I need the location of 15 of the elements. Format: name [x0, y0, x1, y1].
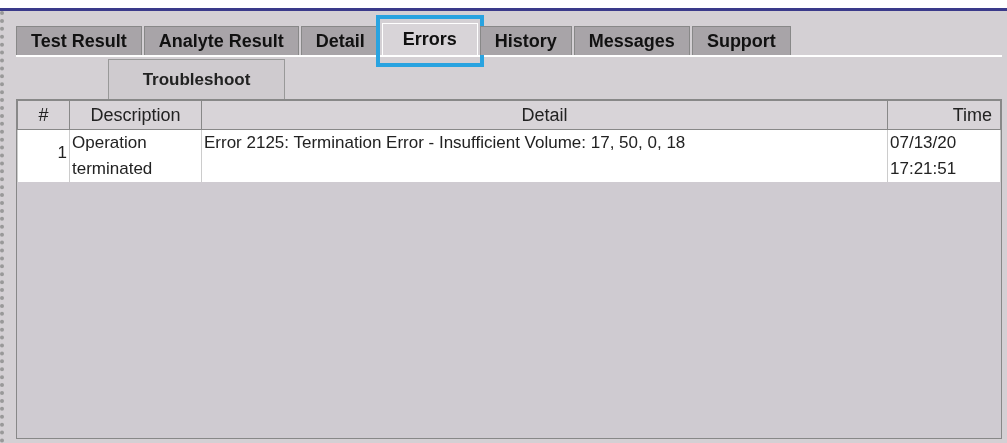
table-cell: Operation terminated: [69, 129, 202, 182]
tab[interactable]: Messages: [573, 26, 690, 55]
tab[interactable]: Errors: [381, 23, 478, 55]
column-header[interactable]: #: [17, 100, 70, 130]
troubleshoot-button[interactable]: Troubleshoot: [108, 59, 285, 99]
tab[interactable]: Analyte Result: [143, 26, 299, 55]
column-header[interactable]: Detail: [201, 100, 888, 130]
tab[interactable]: History: [479, 26, 572, 55]
table-cell: 07/13/20 17:21:51: [887, 129, 1001, 182]
tab[interactable]: Test Result: [16, 26, 142, 55]
tab[interactable]: Support: [691, 26, 791, 55]
table-cell: 1: [17, 129, 70, 182]
table-cell: Error 2125: Termination Error - Insufficient Volume: 17, 50, 0, 18: [201, 129, 888, 182]
column-header[interactable]: Description: [69, 100, 202, 130]
column-header[interactable]: Time: [887, 100, 1001, 130]
